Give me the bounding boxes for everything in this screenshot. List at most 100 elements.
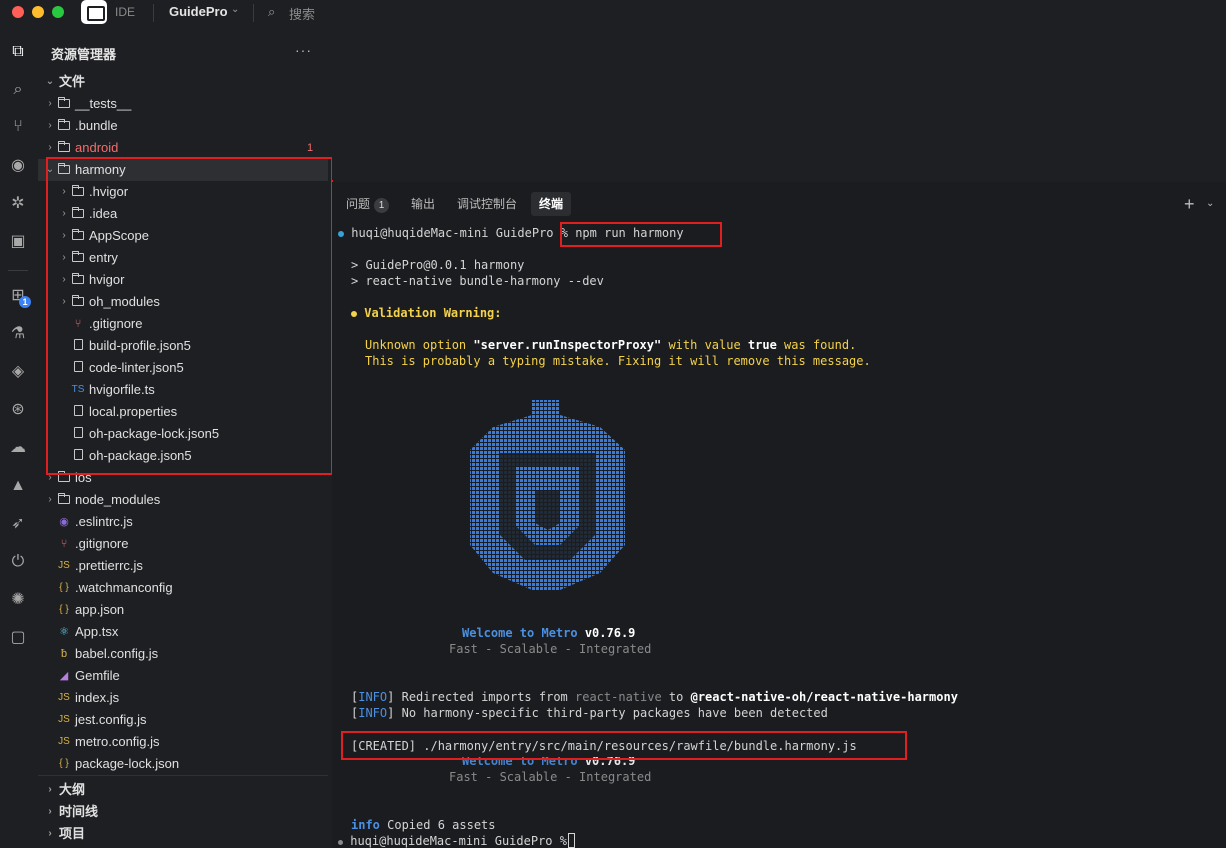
- extensions-badge: 1: [19, 296, 31, 308]
- tree-file[interactable]: ◢ Gemfile: [38, 665, 328, 687]
- javascript-icon: JS: [58, 560, 70, 571]
- ide-label: IDE: [115, 5, 136, 19]
- search-input[interactable]: 搜索: [289, 4, 315, 23]
- editor-area: [332, 34, 1226, 180]
- project-switcher[interactable]: GuidePro: [169, 4, 228, 19]
- device-icon[interactable]: ▢: [6, 626, 30, 650]
- tree-file[interactable]: { } package-lock.json: [38, 753, 328, 775]
- tree-file[interactable]: ◉ .eslintrc.js: [38, 511, 328, 533]
- cloud-icon[interactable]: ☁: [6, 436, 30, 460]
- tree-item-label: package-lock.json: [75, 756, 180, 771]
- tree-item-label: App.tsx: [75, 624, 119, 639]
- tree-file[interactable]: ƀ babel.config.js: [38, 643, 328, 665]
- zoom-window-button[interactable]: [52, 6, 64, 18]
- package-icon[interactable]: ◈: [6, 360, 30, 384]
- folder-icon: [57, 137, 71, 159]
- highlight-box: [46, 157, 333, 475]
- tab-problems[interactable]: 问题 1: [338, 192, 397, 216]
- prompt-text: huqi@huqideMac-mini GuidePro %: [351, 226, 576, 240]
- eslint-icon: ◉: [59, 516, 69, 528]
- tree-folder[interactable]: › .bundle: [38, 115, 328, 137]
- power-icon[interactable]: ⏻: [6, 550, 30, 574]
- section-label: 大纲: [59, 782, 86, 797]
- tab-debug-console[interactable]: 调试控制台: [449, 192, 525, 216]
- section-label: 文件: [59, 74, 86, 89]
- terminal-warning-line: This is probably a typing mistake. Fixin…: [365, 354, 871, 368]
- text-span: No harmony-specific third-party packages…: [394, 706, 828, 720]
- tree-file[interactable]: JS .prettierrc.js: [38, 555, 328, 577]
- metro-logo-icon: [470, 400, 625, 590]
- explorer-icon[interactable]: ⧉: [6, 40, 30, 64]
- section-files[interactable]: ⌄ 文件: [38, 71, 328, 93]
- tree-file[interactable]: JS index.js: [38, 687, 328, 709]
- text-span: was found.: [776, 338, 857, 352]
- source-control-icon[interactable]: ⑂: [6, 115, 30, 139]
- status-dot-icon: [338, 840, 343, 845]
- tree-file[interactable]: JS jest.config.js: [38, 709, 328, 731]
- rocket-icon[interactable]: ➶: [6, 512, 30, 536]
- divider: [153, 4, 154, 22]
- remote-display-icon[interactable]: ▣: [6, 230, 30, 254]
- chevron-right-icon: ›: [48, 828, 52, 839]
- title-bar: IDE GuidePro ⌄ ⌕ 搜索: [0, 0, 1226, 26]
- tree-folder[interactable]: › node_modules: [38, 489, 328, 511]
- section-label: 项目: [59, 826, 86, 841]
- chevron-down-icon[interactable]: ⌄: [1206, 198, 1214, 209]
- tab-terminal[interactable]: 终端: [531, 192, 572, 216]
- chevron-right-icon: ›: [48, 494, 52, 505]
- tree-file[interactable]: { } app.json: [38, 599, 328, 621]
- git-graph-icon[interactable]: ⊛: [6, 398, 30, 422]
- react-icon: ⚛: [59, 626, 69, 638]
- error-count-badge: 1: [307, 142, 314, 154]
- terminal-info-line: info Copied 6 assets: [351, 817, 496, 833]
- tree-folder[interactable]: › android 1: [38, 137, 328, 159]
- metro-tagline: Fast - Scalable - Integrated: [449, 770, 652, 784]
- divider: [8, 270, 28, 271]
- debug-icon[interactable]: ✲: [6, 192, 30, 216]
- prompt-text: huqi@huqideMac-mini GuidePro %: [350, 834, 575, 848]
- tree-item-label: babel.config.js: [75, 646, 159, 661]
- terminal-cursor[interactable]: [568, 833, 575, 848]
- tab-output[interactable]: 输出: [403, 192, 443, 216]
- babel-icon: ƀ: [60, 648, 68, 660]
- extensions-icon[interactable]: ⊞ 1: [6, 284, 31, 308]
- tree-file[interactable]: ⑂ .gitignore: [38, 533, 328, 555]
- section-outline[interactable]: › 大纲: [38, 779, 328, 801]
- javascript-icon: JS: [58, 714, 70, 725]
- tree-folder[interactable]: › __tests__: [38, 93, 328, 115]
- search-icon[interactable]: ⌕: [6, 78, 30, 102]
- folder-icon: [57, 93, 71, 115]
- tree-item-label: metro.config.js: [75, 734, 160, 749]
- ai-assistant-icon[interactable]: ✺: [6, 588, 30, 612]
- new-terminal-icon[interactable]: +: [1184, 194, 1195, 215]
- text-span: Redirected imports from: [394, 690, 575, 704]
- chevron-right-icon: ›: [48, 806, 52, 817]
- javascript-icon: JS: [58, 736, 70, 747]
- tab-label: 终端: [539, 197, 564, 211]
- minimize-window-button[interactable]: [32, 6, 44, 18]
- terminal-info-line: [INFO] Redirected imports from react-nat…: [351, 690, 958, 704]
- tree-item-label: index.js: [75, 690, 120, 705]
- more-actions-icon[interactable]: ···: [295, 42, 312, 58]
- section-project[interactable]: › 项目: [38, 823, 328, 845]
- tab-label: 问题: [346, 197, 371, 211]
- warning-dot-icon: [351, 311, 357, 317]
- json-icon: { }: [59, 758, 69, 769]
- json-icon: { }: [59, 604, 69, 615]
- tree-item-label: .prettierrc.js: [75, 558, 143, 573]
- mountain-icon[interactable]: ▲: [6, 474, 30, 498]
- highlight-box: [560, 222, 722, 247]
- tree-file[interactable]: { } .watchmanconfig: [38, 577, 328, 599]
- tree-file[interactable]: ⚛ App.tsx: [38, 621, 328, 643]
- chevron-down-icon: ⌄: [45, 76, 55, 87]
- search-icon[interactable]: ⌕: [268, 4, 275, 20]
- tree-item-label: .watchmanconfig: [75, 580, 173, 595]
- text-span: Welcome to Metro: [462, 626, 578, 640]
- chevron-right-icon: ›: [48, 120, 52, 131]
- chevron-down-icon[interactable]: ⌄: [231, 4, 239, 15]
- tree-file[interactable]: JS metro.config.js: [38, 731, 328, 753]
- section-timeline[interactable]: › 时间线: [38, 801, 328, 823]
- close-window-button[interactable]: [12, 6, 24, 18]
- flask-icon[interactable]: ⚗: [6, 322, 30, 346]
- eye-icon[interactable]: ◉: [6, 154, 30, 178]
